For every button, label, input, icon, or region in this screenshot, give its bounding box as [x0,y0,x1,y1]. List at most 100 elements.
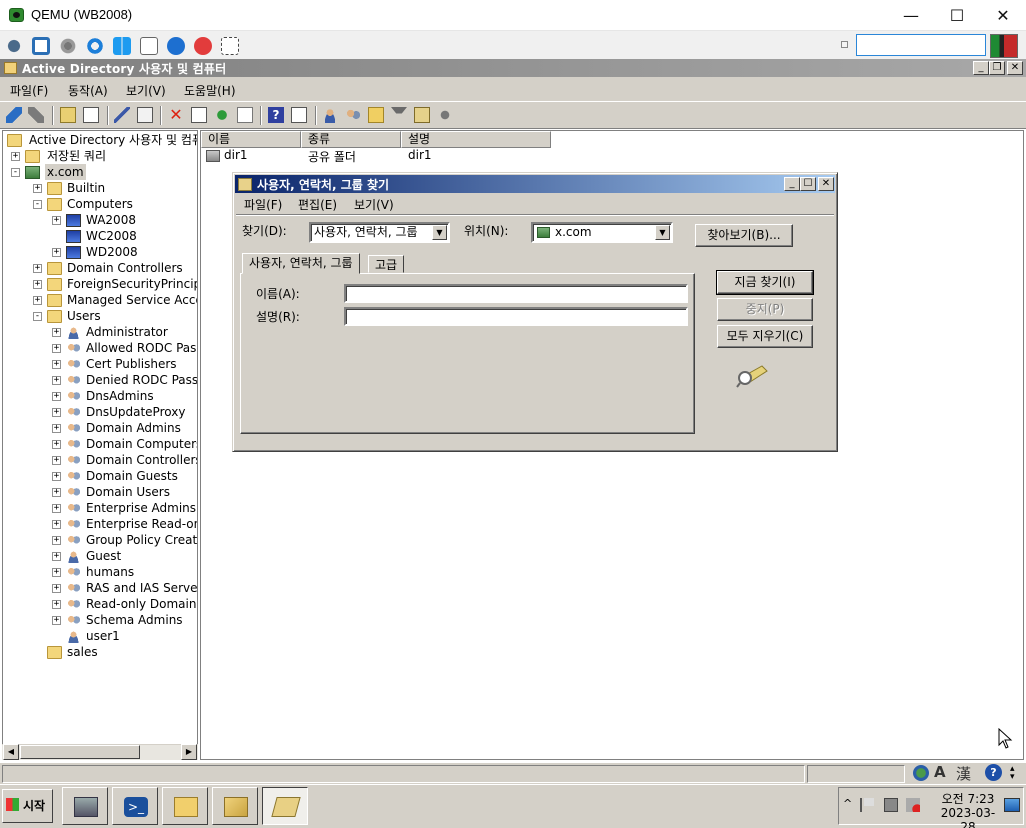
find-now-button[interactable]: 지금 찾기(I) [716,270,814,295]
taskbar-server-manager[interactable] [62,787,108,825]
expand-icon[interactable]: + [52,424,61,433]
expand-icon[interactable]: + [52,568,61,577]
search-option-icon[interactable] [841,41,848,48]
tab-users-contacts-groups[interactable]: 사용자, 연락처, 그룹 [242,253,360,274]
expand-icon[interactable]: + [33,280,42,289]
expand-icon[interactable]: + [52,328,61,337]
fullscreen-icon[interactable] [32,37,50,55]
network-icon[interactable] [5,37,23,55]
show-hidden-icons-icon[interactable]: ^ [843,797,852,810]
clear-all-button[interactable]: 모두 지우기(C) [717,325,813,348]
show-desktop-icon[interactable] [1004,798,1020,812]
expand-icon[interactable]: + [11,152,20,161]
scroll-left-button[interactable]: ◀ [3,744,19,760]
description-input[interactable] [344,307,688,326]
column-header-name[interactable]: 이름 [201,131,301,148]
list-row-name[interactable]: dir1 [224,148,248,162]
qemu-search-input[interactable] [856,34,986,56]
action-pane-icon[interactable] [291,107,307,123]
taskbar-explorer[interactable] [162,787,208,825]
expand-icon[interactable]: + [52,440,61,449]
expand-icon[interactable]: + [52,616,61,625]
add-to-group-icon[interactable] [437,107,453,123]
show-tree-icon[interactable] [83,107,99,123]
scroll-right-button[interactable]: ▶ [181,744,197,760]
forward-icon[interactable] [28,107,44,123]
expand-icon[interactable]: + [52,536,61,545]
cut-icon[interactable] [114,107,130,123]
gear-icon[interactable] [59,37,77,55]
tree-pane[interactable]: Active Directory 사용자 및 컴퓨 + 저장된 쿼리 - x.c… [2,130,198,760]
expand-icon[interactable]: + [52,408,61,417]
column-header-description[interactable]: 설명 [401,131,551,148]
expand-icon[interactable]: + [52,504,61,513]
collapse-icon[interactable]: - [33,200,42,209]
stop-button[interactable]: 중지(P) [717,298,813,321]
close-button[interactable]: ✕ [980,0,1026,31]
expand-icon[interactable]: + [52,248,61,257]
export-list-icon[interactable] [237,107,253,123]
expand-icon[interactable]: + [52,392,61,401]
back-icon[interactable] [6,107,22,123]
chevron-down-icon[interactable]: ▼ [655,225,670,240]
ime-mode-icon[interactable]: A [934,763,946,781]
volume-muted-icon[interactable] [906,798,920,812]
dialog-maximize-button[interactable]: ☐ [800,177,816,191]
menu-help[interactable]: 도움말(H) [184,82,236,99]
menu-file[interactable]: 파일(F) [10,82,48,99]
console-icon[interactable] [140,37,158,55]
expand-icon[interactable]: + [33,264,42,273]
ime-hanja-icon[interactable]: 漢 [956,763,971,784]
column-header-type[interactable]: 종류 [301,131,401,148]
menu-view[interactable]: 보기(V) [126,82,166,99]
taskbar-find-dialog[interactable] [262,787,308,825]
expand-icon[interactable]: + [52,360,61,369]
taskbar-powershell[interactable]: >_ [112,787,158,825]
browse-button[interactable]: 찾아보기(B)... [695,224,793,247]
expand-icon[interactable]: + [52,216,61,225]
expand-icon[interactable]: + [33,296,42,305]
dialog-menu-edit[interactable]: 편집(E) [298,196,337,213]
clock-time[interactable]: 오전 7:23 [936,790,1000,807]
minimize-button[interactable]: — [888,0,934,31]
menu-action[interactable]: 동작(A) [68,82,108,99]
find-type-select[interactable]: 사용자, 연락처, 그룹 ▼ [309,222,450,243]
expand-icon[interactable]: + [33,184,42,193]
expand-icon[interactable]: + [52,552,61,561]
location-select[interactable]: x.com ▼ [531,222,673,243]
help-icon[interactable]: ? [985,764,1002,781]
language-bar-icon[interactable] [913,765,929,781]
scroll-thumb[interactable] [20,745,140,759]
refresh-icon[interactable] [86,37,104,55]
mmc-minimize-button[interactable]: _ [973,61,989,75]
delete-icon[interactable]: ✕ [168,107,184,123]
action-center-flag-icon[interactable] [860,798,874,812]
expand-icon[interactable]: + [52,520,61,529]
expand-icon[interactable]: + [52,600,61,609]
expand-icon[interactable]: + [52,456,61,465]
network-tray-icon[interactable] [884,798,898,812]
expand-icon[interactable]: + [52,376,61,385]
clock-date[interactable]: 2023-03-28 [936,806,1000,828]
new-user-icon[interactable] [322,107,338,123]
expand-icon[interactable]: + [52,344,61,353]
screenshot-icon[interactable] [221,37,239,55]
expand-icon[interactable]: + [52,472,61,481]
windows-icon[interactable] [113,37,131,55]
dialog-menu-view[interactable]: 보기(V) [354,196,394,213]
info-icon[interactable] [167,37,185,55]
stop-icon[interactable] [194,37,212,55]
color-swatch-icon[interactable] [990,34,1018,58]
dialog-minimize-button[interactable]: _ [784,177,800,191]
properties-icon[interactable] [191,107,207,123]
mmc-restore-button[interactable]: ❐ [989,61,1005,75]
find-icon[interactable] [414,107,430,123]
new-ou-icon[interactable] [368,107,384,123]
expand-icon[interactable]: + [52,488,61,497]
paste-icon[interactable] [137,107,153,123]
chevron-down-icon[interactable]: ▼ [432,225,447,240]
refresh-list-icon[interactable] [214,107,230,123]
collapse-icon[interactable]: - [11,168,20,177]
help-icon[interactable]: ? [268,107,284,123]
tab-advanced[interactable]: 고급 [368,255,405,273]
